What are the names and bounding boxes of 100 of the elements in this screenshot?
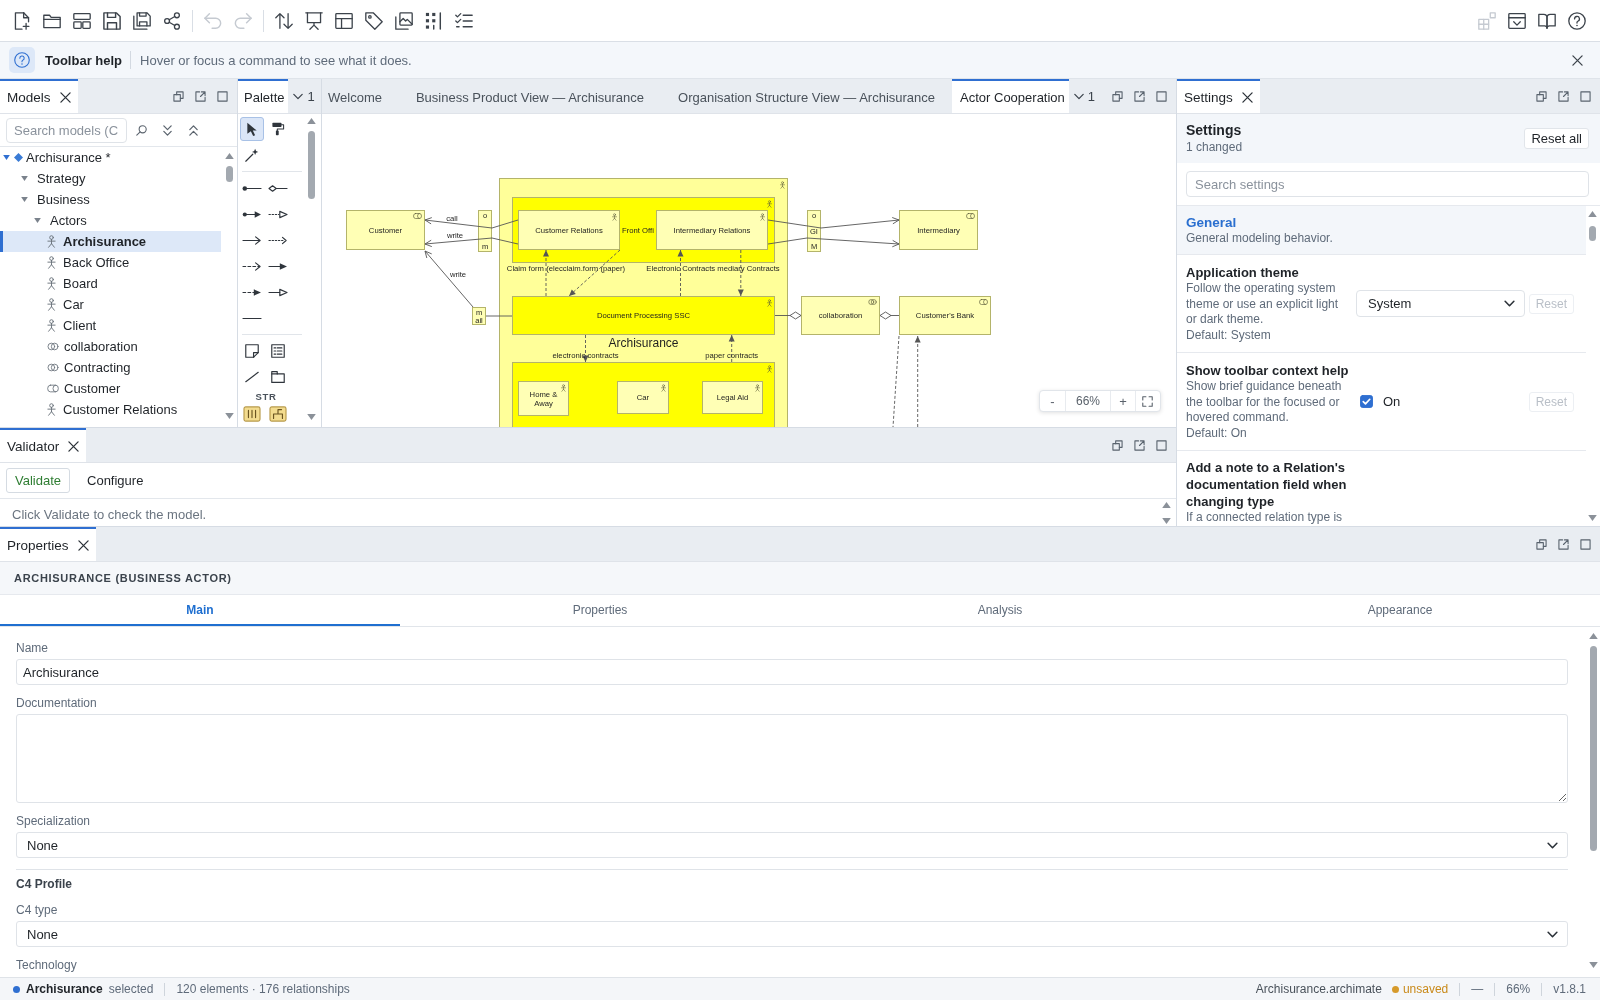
book-icon[interactable]	[1538, 11, 1556, 30]
caret-down-icon[interactable]	[34, 218, 41, 223]
tree-item[interactable]: collaboration	[0, 336, 221, 357]
new-file-icon[interactable]	[13, 11, 31, 30]
properties-tab[interactable]: Analysis	[800, 595, 1200, 626]
popout-icon[interactable]	[1134, 439, 1145, 451]
close-icon[interactable]	[1572, 54, 1583, 66]
dropdown[interactable]: System	[1356, 290, 1525, 317]
tree-item[interactable]: Client	[0, 315, 221, 336]
tree-item[interactable]: Back Office	[0, 252, 221, 273]
expand-all-icon[interactable]	[162, 124, 173, 136]
caret-down-icon[interactable]	[21, 176, 28, 181]
palette-tool[interactable]	[240, 117, 264, 141]
tree-item[interactable]: Contracting	[0, 357, 221, 378]
editor-tab[interactable]: Organisation Structure View — Archisurance	[661, 79, 953, 113]
maximize-icon[interactable]	[1580, 538, 1591, 550]
collapse-all-icon[interactable]	[188, 124, 199, 136]
presentation-icon[interactable]	[305, 11, 323, 30]
editor-tab[interactable]: Welcome	[322, 79, 399, 113]
maximize-icon[interactable]	[217, 90, 228, 102]
panel-tab[interactable]: Palette	[238, 79, 289, 113]
checklist-icon[interactable]	[455, 11, 473, 30]
restore-icon[interactable]	[1536, 90, 1547, 102]
maximize-icon[interactable]	[1156, 439, 1167, 451]
scrollbar-thumb[interactable]	[225, 166, 233, 182]
text-field[interactable]: Archisurance	[16, 659, 1568, 685]
restore-icon[interactable]	[1112, 90, 1123, 102]
scroll-up-arrow-icon[interactable]	[1588, 633, 1598, 639]
scroll-down-arrow-icon[interactable]	[224, 413, 234, 419]
panel-tab[interactable]: Properties	[0, 527, 96, 561]
popout-icon[interactable]	[195, 90, 206, 102]
sort-arrows-icon[interactable]	[275, 11, 293, 30]
tree-item[interactable]: Actors	[0, 210, 221, 231]
toolbar-button[interactable]: Configure	[78, 468, 153, 493]
search-field[interactable]: Search models (C	[6, 117, 127, 143]
tag-icon[interactable]	[365, 11, 383, 30]
tree-item[interactable]: Archisurance *	[0, 147, 221, 168]
close-icon[interactable]	[1241, 91, 1253, 103]
tree-item[interactable]: Car	[0, 294, 221, 315]
panel-tab[interactable]: Models	[0, 79, 78, 113]
scroll-down-arrow-icon[interactable]	[1161, 518, 1171, 524]
tree-item[interactable]: Archisurance	[0, 231, 221, 252]
palette-tool[interactable]	[240, 404, 264, 424]
properties-tab[interactable]: Properties	[400, 595, 800, 626]
restore-icon[interactable]	[1536, 538, 1547, 550]
scroll-up-arrow-icon[interactable]	[306, 118, 316, 124]
zoom-in-button[interactable]: +	[1111, 391, 1136, 411]
scroll-down-arrow-icon[interactable]	[306, 414, 316, 420]
help-icon[interactable]	[1568, 11, 1586, 30]
toolbar-button[interactable]: Validate	[6, 468, 70, 493]
scrollbar-thumb[interactable]	[1589, 646, 1597, 851]
maximize-icon[interactable]	[1156, 90, 1167, 102]
popout-icon[interactable]	[1558, 538, 1569, 550]
dropdown[interactable]: None	[16, 832, 1568, 858]
palette-tool[interactable]	[266, 404, 290, 424]
save-all-icon[interactable]	[133, 11, 151, 30]
search-field[interactable]: Search settings	[1186, 171, 1589, 197]
checkbox[interactable]	[1360, 395, 1373, 408]
editor-tab[interactable]: Business Product View — Archisurance	[398, 79, 662, 113]
caret-down-icon[interactable]	[21, 197, 28, 202]
close-icon[interactable]	[59, 91, 71, 103]
dropdown[interactable]: None	[16, 921, 1568, 947]
close-icon[interactable]	[77, 539, 89, 551]
tree-item[interactable]: Business	[0, 189, 221, 210]
text-area-field[interactable]	[16, 714, 1568, 803]
share-icon[interactable]	[163, 11, 181, 30]
scroll-up-arrow-icon[interactable]	[1161, 502, 1171, 508]
scroll-down-arrow-icon[interactable]	[1588, 962, 1598, 968]
popout-icon[interactable]	[1134, 90, 1145, 102]
tree-item[interactable]: Customer Relations	[0, 399, 221, 420]
properties-tab[interactable]: Appearance	[1200, 595, 1600, 626]
scrollbar-thumb[interactable]	[307, 131, 315, 199]
properties-tab[interactable]: Main	[0, 595, 400, 626]
panel-tab[interactable]: Validator	[0, 428, 87, 462]
panel-tab[interactable]: Settings	[1177, 79, 1260, 113]
caret-down-icon[interactable]	[3, 155, 10, 160]
tree-item[interactable]: Board	[0, 273, 221, 294]
restore-icon[interactable]	[1112, 439, 1123, 451]
scroll-up-arrow-icon[interactable]	[1587, 211, 1597, 217]
scrollbar-thumb[interactable]	[1588, 226, 1596, 241]
close-icon[interactable]	[68, 440, 80, 452]
tree-item[interactable]: Customer	[0, 378, 221, 399]
tree-item[interactable]: Strategy	[0, 168, 221, 189]
layout-icon[interactable]	[73, 11, 91, 30]
zoom-out-button[interactable]: -	[1039, 391, 1065, 411]
archive-icon[interactable]	[1508, 11, 1526, 30]
table-icon[interactable]	[335, 11, 353, 30]
save-icon[interactable]	[103, 11, 121, 30]
images-icon[interactable]	[395, 11, 413, 30]
search-icon[interactable]	[136, 124, 147, 136]
fit-to-screen-icon[interactable]	[1142, 395, 1153, 407]
tab-overflow-button[interactable]: 1	[288, 79, 320, 113]
maximize-icon[interactable]	[1580, 90, 1591, 102]
dotted-grid-icon[interactable]	[425, 11, 443, 30]
tab-overflow-button[interactable]: 1	[1068, 79, 1101, 113]
scroll-down-arrow-icon[interactable]	[1587, 515, 1597, 521]
popout-icon[interactable]	[1558, 90, 1569, 102]
restore-icon[interactable]	[173, 90, 184, 102]
editor-tab[interactable]: Actor Cooperation	[952, 79, 1069, 113]
reset-all-button[interactable]: Reset all	[1524, 128, 1589, 149]
